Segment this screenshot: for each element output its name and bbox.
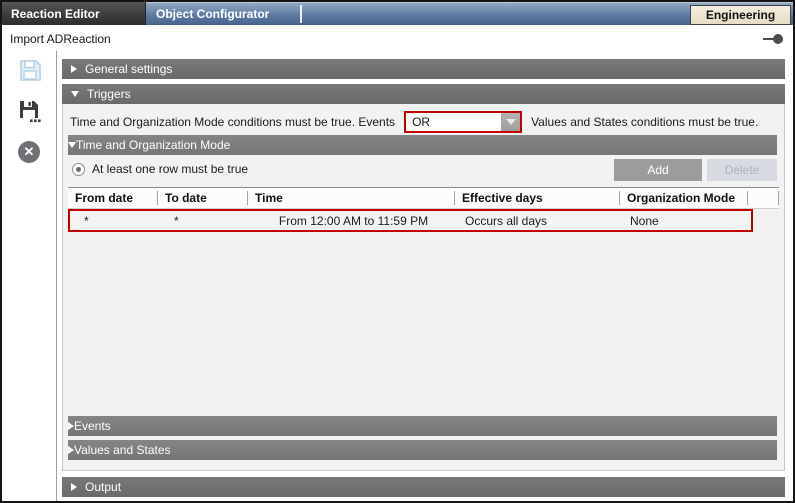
section-general-settings-label: General settings [85,62,172,76]
tab-separator [300,5,302,23]
section-general-settings[interactable]: General settings [62,59,785,79]
cell-from-date: * [70,214,160,228]
trigger-condition-row: Time and Organization Mode conditions mu… [70,110,778,134]
delete-button[interactable]: Delete [707,159,777,181]
tab-object-configurator[interactable]: Object Configurator [146,7,269,21]
section-output[interactable]: Output [62,477,785,497]
condition-suffix-text: Values and States conditions must be tru… [531,115,758,129]
reaction-editor-window: Reaction Editor Object Configurator Engi… [0,0,795,503]
section-triggers-label: Triggers [87,87,131,101]
cancel-x-glyph: ✕ [18,141,40,163]
at-least-one-row-radio[interactable]: At least one row must be true [72,162,248,176]
condition-prefix-text: Time and Organization Mode conditions mu… [70,115,395,129]
section-triggers[interactable]: Triggers [62,84,785,104]
chevron-down-icon [68,142,76,148]
chevron-down-icon [506,119,516,125]
dropdown-arrow-button[interactable] [501,113,520,131]
title-row: Import ADReaction [2,25,793,51]
events-operator-value: OR [406,115,501,129]
tab-reaction-editor-label: Reaction Editor [11,7,100,21]
top-tab-bar: Reaction Editor Object Configurator Engi… [2,2,793,25]
pin-icon[interactable] [763,34,783,44]
section-events[interactable]: Events [68,416,777,436]
save-as-icon[interactable] [18,99,42,123]
cell-time: From 12:00 AM to 11:59 PM [250,214,457,228]
cell-to-date: * [160,214,250,228]
tab-strip: Object Configurator Engineering [146,2,793,25]
table-row-selected[interactable]: * * From 12:00 AM to 11:59 PM Occurs all… [68,209,753,232]
section-values-label: Values and States [74,443,171,457]
chevron-down-icon [71,91,79,97]
editor-content: General settings Triggers Time and Organ… [62,51,785,501]
cancel-icon[interactable]: ✕ [18,141,42,165]
column-header-from-date[interactable]: From date [68,188,158,208]
engineering-button[interactable]: Engineering [690,5,791,25]
section-time-and-organization-mode[interactable]: Time and Organization Mode [68,135,777,155]
column-header-effective-days[interactable]: Effective days [455,188,620,208]
section-tom-label: Time and Organization Mode [76,138,230,152]
left-toolbar: ✕ [2,51,57,501]
column-header-to-date[interactable]: To date [158,188,248,208]
cell-effective-days: Occurs all days [457,214,622,228]
radio-label: At least one row must be true [92,162,248,176]
chevron-right-icon [71,65,77,73]
column-header-organization-mode[interactable]: Organization Mode [620,188,748,208]
section-output-label: Output [85,480,121,494]
section-values-and-states[interactable]: Values and States [68,440,777,460]
triggers-panel: Time and Organization Mode conditions mu… [62,104,785,471]
column-header-time[interactable]: Time [248,188,455,208]
events-operator-dropdown[interactable]: OR [404,111,522,133]
column-header-spacer [748,188,779,208]
tom-controls-row: At least one row must be true Add Delete [68,159,777,183]
radio-icon [72,163,85,176]
page-title: Import ADReaction [10,32,111,46]
cell-organization-mode: None [622,214,750,228]
save-icon[interactable] [18,58,42,82]
add-button[interactable]: Add [614,159,702,181]
tab-reaction-editor[interactable]: Reaction Editor [2,2,146,25]
tom-table-header: From date To date Time Effective days Or… [68,188,779,209]
tom-table: From date To date Time Effective days Or… [68,187,779,413]
chevron-right-icon [71,483,77,491]
section-events-label: Events [74,419,111,433]
